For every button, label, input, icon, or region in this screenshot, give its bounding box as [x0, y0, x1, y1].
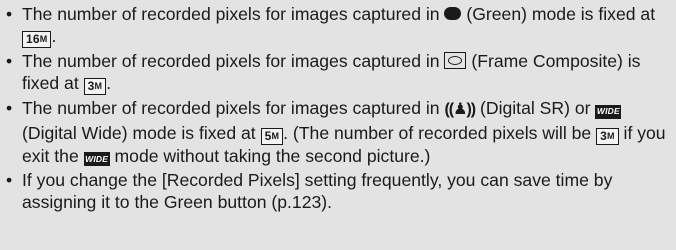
note-text: mode without taking the second picture.) — [109, 145, 431, 166]
size-3m-icon: 3M — [83, 78, 107, 96]
note-green-button-tip: • If you change the [Recorded Pixels] se… — [6, 169, 672, 213]
note-digital-sr-wide: • The number of recorded pixels for imag… — [6, 97, 672, 166]
notes-list: • The number of recorded pixels for imag… — [6, 3, 672, 213]
note-text: . (The number of recorded pixels will be — [283, 122, 597, 143]
bullet: • — [6, 169, 13, 190]
badge-unit: M — [271, 130, 280, 141]
digital-sr-icon: ((♟)) — [444, 101, 476, 119]
badge-number: 3 — [87, 79, 95, 94]
note-green-mode: • The number of recorded pixels for imag… — [6, 3, 672, 49]
badge-unit: M — [606, 130, 615, 141]
badge-number: 5 — [264, 128, 272, 143]
note-text: . — [106, 73, 112, 94]
memo-box: • The number of recorded pixels for imag… — [0, 0, 676, 250]
note-text: (Digital Wide) mode is fixed at — [22, 122, 261, 143]
note-text: The number of recorded pixels for images… — [22, 4, 445, 24]
size-5m-icon: 5M — [260, 127, 284, 145]
note-text: . — [51, 26, 57, 47]
note-text: The number of recorded pixels for images… — [22, 98, 445, 119]
badge-unit: M — [94, 81, 103, 92]
badge-number: 16 — [26, 32, 40, 47]
note-frame-composite: • The number of recorded pixels for imag… — [6, 50, 672, 96]
bullet: • — [6, 98, 13, 119]
green-mode-icon — [444, 7, 462, 20]
note-text: If you change the [Recorded Pixels] sett… — [22, 169, 613, 213]
digital-wide-icon: WIDE — [595, 104, 622, 119]
bullet: • — [6, 4, 13, 24]
badge-number: 3 — [600, 128, 607, 143]
note-text: The number of recorded pixels for images… — [22, 51, 445, 72]
size-3m-icon: 3M — [596, 127, 619, 145]
note-text: (Digital SR) or — [475, 98, 596, 119]
size-16m-icon: 16 M — [22, 31, 52, 49]
bullet: • — [6, 51, 13, 72]
frame-composite-icon — [444, 52, 467, 70]
digital-wide-icon: WIDE — [83, 151, 110, 166]
badge-unit: M — [39, 34, 48, 45]
note-text: (Green) mode is fixed at — [461, 4, 656, 24]
